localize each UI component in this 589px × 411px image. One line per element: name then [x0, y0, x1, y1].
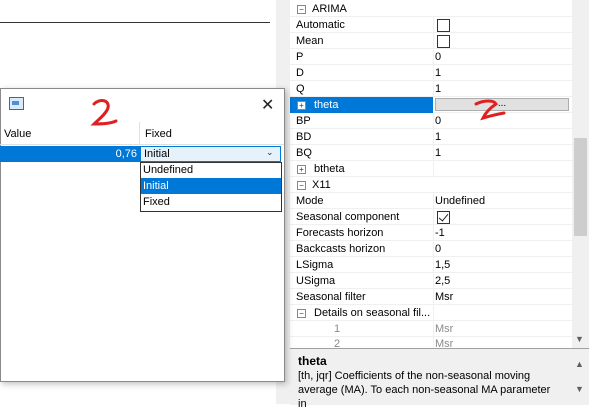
row-seasonal-filter[interactable]: Seasonal filter Msr: [290, 289, 572, 305]
row-bd[interactable]: BD 1: [290, 129, 572, 145]
scroll-down-arrow-icon[interactable]: ▼: [575, 334, 584, 344]
automatic-checkbox[interactable]: [437, 19, 450, 32]
collapse-icon[interactable]: −: [297, 5, 306, 14]
seasonal-filter-value[interactable]: Msr: [435, 291, 453, 303]
row-mean: Mean: [290, 33, 572, 49]
fixed-combobox-value: Initial: [144, 148, 170, 160]
backcasts-horizon-value[interactable]: 0: [435, 243, 441, 255]
bd-value[interactable]: 1: [435, 131, 441, 143]
option-initial[interactable]: Initial: [141, 178, 281, 194]
bq-value[interactable]: 1: [435, 147, 441, 159]
column-header: [0, 122, 284, 145]
usigma-value[interactable]: 2,5: [435, 275, 450, 287]
option-fixed[interactable]: Fixed: [141, 194, 281, 210]
forecasts-horizon-value[interactable]: -1: [435, 227, 445, 239]
theta-selection: [290, 97, 433, 113]
row-mode[interactable]: Mode Undefined: [290, 193, 572, 209]
help-title: theta: [298, 354, 327, 368]
row-usigma[interactable]: USigma 2,5: [290, 273, 572, 289]
row-theta[interactable]: + theta ...: [290, 97, 572, 113]
row-automatic: Automatic: [290, 17, 572, 33]
row-btheta[interactable]: + btheta: [290, 161, 572, 177]
row-seasonal-component: Seasonal component: [290, 209, 572, 225]
row-details-seasonal-filters[interactable]: − Details on seasonal fil...: [290, 305, 572, 321]
theta-value-cell[interactable]: 0,76: [60, 148, 137, 160]
row-forecasts-horizon[interactable]: Forecasts horizon -1: [290, 225, 572, 241]
expand-icon[interactable]: +: [297, 101, 306, 110]
row-bp[interactable]: BP 0: [290, 113, 572, 129]
expand-icon[interactable]: +: [297, 165, 306, 174]
section-arima[interactable]: − ARIMA: [290, 1, 572, 17]
lsigma-value[interactable]: 1,5: [435, 259, 450, 271]
theta-edit-button[interactable]: ...: [435, 98, 569, 111]
row-d[interactable]: D 1: [290, 65, 572, 81]
window-icon: [9, 97, 24, 110]
close-icon[interactable]: ✕: [261, 95, 274, 115]
row-lsigma[interactable]: LSigma 1,5: [290, 257, 572, 273]
d-value[interactable]: 1: [435, 67, 441, 79]
row-backcasts-horizon[interactable]: Backcasts horizon 0: [290, 241, 572, 257]
mean-checkbox[interactable]: [437, 35, 450, 48]
column-divider[interactable]: [139, 122, 140, 144]
q-value[interactable]: 1: [435, 83, 441, 95]
collapse-icon[interactable]: −: [297, 181, 306, 190]
help-description: [th, jqr] Coefficients of the non-season…: [298, 370, 551, 410]
column-header-value[interactable]: Value: [4, 128, 31, 140]
help-scroll-down-icon[interactable]: ▼: [575, 384, 584, 394]
top-divider-line: [0, 22, 270, 23]
seasonal-component-checkbox[interactable]: [437, 211, 450, 224]
row-bq[interactable]: BQ 1: [290, 145, 572, 161]
row-q[interactable]: Q 1: [290, 81, 572, 97]
row-p[interactable]: P 0: [290, 49, 572, 65]
p-value[interactable]: 0: [435, 51, 441, 63]
collapse-icon[interactable]: −: [297, 309, 306, 318]
bp-value[interactable]: 0: [435, 115, 441, 127]
property-grid: − ARIMA Automatic Mean P 0 D 1 Q 1 + the…: [290, 0, 572, 348]
option-undefined[interactable]: Undefined: [141, 162, 281, 178]
help-scroll-up-icon[interactable]: ▲: [575, 359, 584, 369]
mode-value[interactable]: Undefined: [435, 195, 485, 207]
row-detail-1: 1 Msr: [290, 321, 572, 337]
scrollbar-thumb[interactable]: [574, 138, 587, 236]
chevron-down-icon[interactable]: ⌄: [266, 147, 274, 158]
column-header-fixed[interactable]: Fixed: [145, 128, 172, 140]
section-x11[interactable]: − X11: [290, 177, 572, 193]
row-detail-2: 2 Msr: [290, 337, 572, 348]
